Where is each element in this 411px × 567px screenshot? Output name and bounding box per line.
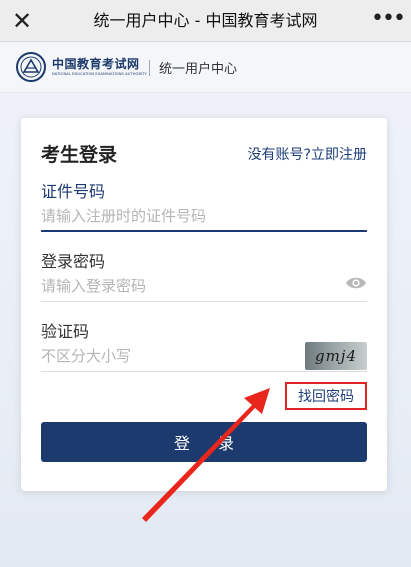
title-bar: ✕ 统一用户中心 - 中国教育考试网 •••	[0, 0, 411, 42]
captcha-image[interactable]: gmj4	[305, 342, 367, 370]
window-title: 统一用户中心 - 中国教育考试网	[93, 11, 318, 30]
password-input[interactable]	[41, 271, 331, 301]
id-number-underline	[41, 230, 367, 232]
id-number-input[interactable]	[41, 201, 367, 231]
brand-name-en: NATIONAL EDUCATION EXAMINATIONS AUTHORIT…	[52, 72, 147, 76]
password-label: 登录密码	[41, 252, 106, 271]
captcha-input[interactable]	[41, 341, 291, 371]
more-icon[interactable]: •••	[371, 8, 406, 33]
login-title: 考生登录	[41, 144, 118, 166]
id-number-label: 证件号码	[41, 182, 106, 201]
logo-icon	[16, 52, 46, 82]
login-button[interactable]: 登录	[41, 422, 367, 462]
eye-icon[interactable]	[345, 276, 367, 290]
brand-header: 中国教育考试网 NATIONAL EDUCATION EXAMINATIONS …	[0, 43, 411, 93]
password-underline	[41, 301, 367, 302]
close-icon[interactable]: ✕	[10, 9, 34, 33]
login-card: 考生登录 没有账号?立即注册 证件号码 登录密码 验证码 gmj4 找回密码 登…	[21, 118, 387, 491]
forgot-password-link[interactable]: 找回密码	[285, 382, 367, 410]
brand-name: 中国教育考试网	[52, 57, 140, 71]
captcha-underline	[41, 371, 367, 372]
captcha-label: 验证码	[41, 322, 90, 341]
register-link[interactable]: 没有账号?立即注册	[248, 144, 367, 164]
section-title: 统一用户中心	[159, 62, 238, 77]
divider	[149, 60, 150, 76]
